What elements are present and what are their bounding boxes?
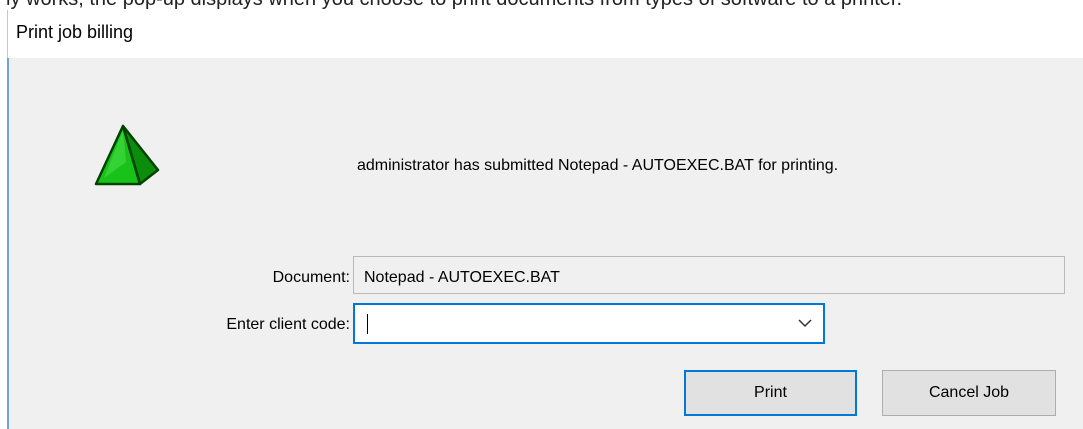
window-border-accent — [7, 58, 9, 429]
chevron-down-icon[interactable] — [797, 317, 813, 329]
print-job-billing-dialog: Print job billing administrator has subm… — [7, 10, 1083, 429]
client-code-label: Enter client code: — [226, 316, 350, 333]
text-caret — [367, 314, 368, 334]
document-label: Document: — [272, 269, 350, 286]
print-message: administrator has submitted Notepad - AU… — [357, 157, 839, 174]
cancel-job-button[interactable]: Cancel Job — [882, 370, 1056, 416]
warning-triangle-icon — [94, 124, 160, 186]
client-code-combobox[interactable] — [353, 303, 825, 344]
print-button[interactable]: Print — [684, 370, 857, 416]
dialog-titlebar: Print job billing — [8, 10, 1083, 58]
dialog-title: Print job billing — [16, 22, 134, 42]
document-field: Notepad - AUTOEXEC.BAT — [353, 256, 1065, 294]
